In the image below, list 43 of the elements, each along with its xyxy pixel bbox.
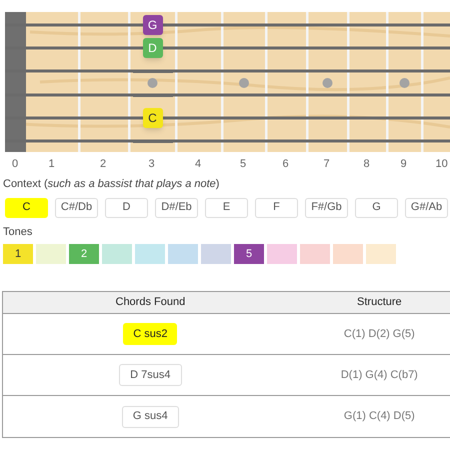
tone-swatch[interactable] <box>366 244 396 264</box>
key-button[interactable]: E <box>205 198 248 218</box>
column-header: Structure <box>357 295 402 310</box>
fret-number: 5 <box>240 157 246 172</box>
tone-swatch[interactable] <box>36 244 66 264</box>
context-label: Context (such as a bassist that plays a note) <box>3 178 220 190</box>
fret-number: 6 <box>282 157 289 172</box>
key-button[interactable]: D#/Eb <box>155 198 198 218</box>
tone-swatch[interactable] <box>333 244 363 264</box>
chord-button[interactable]: C sus2 <box>123 323 178 345</box>
fret-number: 8 <box>364 157 370 172</box>
tone-swatch[interactable]: 1 <box>3 244 33 264</box>
chord-structure: G(1) C(4) D(5) <box>344 409 415 424</box>
chord-structure: C(1) D(2) G(5) <box>344 326 415 342</box>
tone-swatch[interactable]: 5 <box>234 244 264 264</box>
key-button[interactable]: F#/Gb <box>305 198 348 218</box>
tones-label: Tones <box>3 226 32 238</box>
fret-number: 10 <box>436 157 448 172</box>
fret-number: 3 <box>148 157 155 172</box>
fret-number: 1 <box>48 157 55 172</box>
fret-number: 7 <box>324 157 330 172</box>
tone-swatch[interactable] <box>300 244 330 264</box>
chord-button[interactable]: D 7sus4 <box>119 364 182 386</box>
chord-structure: D(1) G(4) C(b7) <box>340 368 418 383</box>
column-header: Chords Found <box>116 295 186 310</box>
chord-button[interactable]: G sus4 <box>122 406 179 428</box>
key-button[interactable]: F <box>255 198 298 218</box>
tone-swatch[interactable] <box>201 244 231 264</box>
key-button[interactable]: C#/Db <box>55 198 98 218</box>
note-marker[interactable]: C <box>142 108 162 128</box>
tone-swatch[interactable] <box>135 244 165 264</box>
tone-swatch[interactable] <box>102 244 132 264</box>
fret-number: 4 <box>195 157 202 172</box>
key-button[interactable]: C <box>5 198 48 218</box>
fret-number: 2 <box>100 157 106 172</box>
key-button[interactable]: G#/Ab <box>405 198 448 218</box>
tone-swatch[interactable] <box>267 244 297 264</box>
key-button[interactable]: D <box>105 198 148 218</box>
tone-swatch[interactable] <box>168 244 198 264</box>
note-marker[interactable]: G <box>142 15 162 35</box>
fret-number: 0 <box>12 157 18 172</box>
key-button[interactable]: G <box>355 198 398 218</box>
fret-number: 9 <box>400 157 407 172</box>
